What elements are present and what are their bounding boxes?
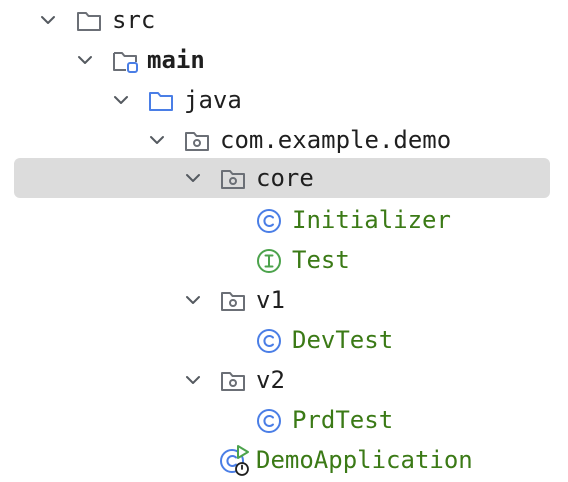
chevron-down-icon[interactable]	[183, 168, 203, 188]
tree-row-v2[interactable]: v2	[0, 360, 568, 400]
spring-boot-application-icon	[220, 445, 249, 476]
tree-row-com-example-demo[interactable]: com.example.demo	[0, 120, 568, 160]
project-tree: src main java com.example.demo core Init…	[0, 0, 568, 482]
tree-label: src	[112, 6, 156, 34]
tree-row-devtest[interactable]: DevTest	[0, 320, 568, 360]
tree-label: com.example.demo	[220, 126, 452, 154]
package-icon	[221, 372, 245, 391]
chevron-down-icon[interactable]	[38, 10, 58, 30]
tree-label: DemoApplication	[256, 446, 473, 474]
tree-row-main[interactable]: main	[0, 40, 568, 80]
class-icon	[257, 329, 281, 353]
tree-label: java	[184, 86, 242, 114]
chevron-down-icon[interactable]	[183, 370, 203, 390]
tree-row-test[interactable]: Test	[0, 240, 568, 280]
tree-row-java[interactable]: java	[0, 80, 568, 120]
folder-icon	[77, 12, 101, 31]
source-folder-icon	[149, 92, 173, 111]
chevron-down-icon[interactable]	[183, 290, 203, 310]
class-icon	[257, 409, 281, 433]
source-root-folder-icon	[113, 52, 138, 73]
tree-row-initializer[interactable]: Initializer	[0, 200, 568, 240]
tree-row-demoapplication[interactable]: DemoApplication	[0, 440, 568, 480]
tree-row-src[interactable]: src	[0, 0, 568, 40]
interface-icon	[257, 249, 281, 273]
tree-label: core	[256, 164, 314, 192]
tree-label: PrdTest	[292, 406, 394, 434]
class-icon	[257, 209, 281, 233]
tree-row-v1[interactable]: v1	[0, 280, 568, 320]
tree-label: DevTest	[292, 326, 394, 354]
tree-row-prdtest[interactable]: PrdTest	[0, 400, 568, 440]
chevron-down-icon[interactable]	[147, 130, 167, 150]
chevron-down-icon[interactable]	[111, 90, 131, 110]
tree-label: Test	[292, 246, 350, 274]
tree-label: v1	[256, 286, 285, 314]
tree-label: main	[147, 46, 205, 74]
package-icon	[221, 170, 245, 189]
package-icon	[185, 132, 209, 151]
tree-label: v2	[256, 366, 285, 394]
tree-label: Initializer	[292, 206, 451, 234]
tree-row-core[interactable]: core	[0, 158, 568, 198]
chevron-down-icon[interactable]	[75, 50, 95, 70]
package-icon	[221, 292, 245, 311]
